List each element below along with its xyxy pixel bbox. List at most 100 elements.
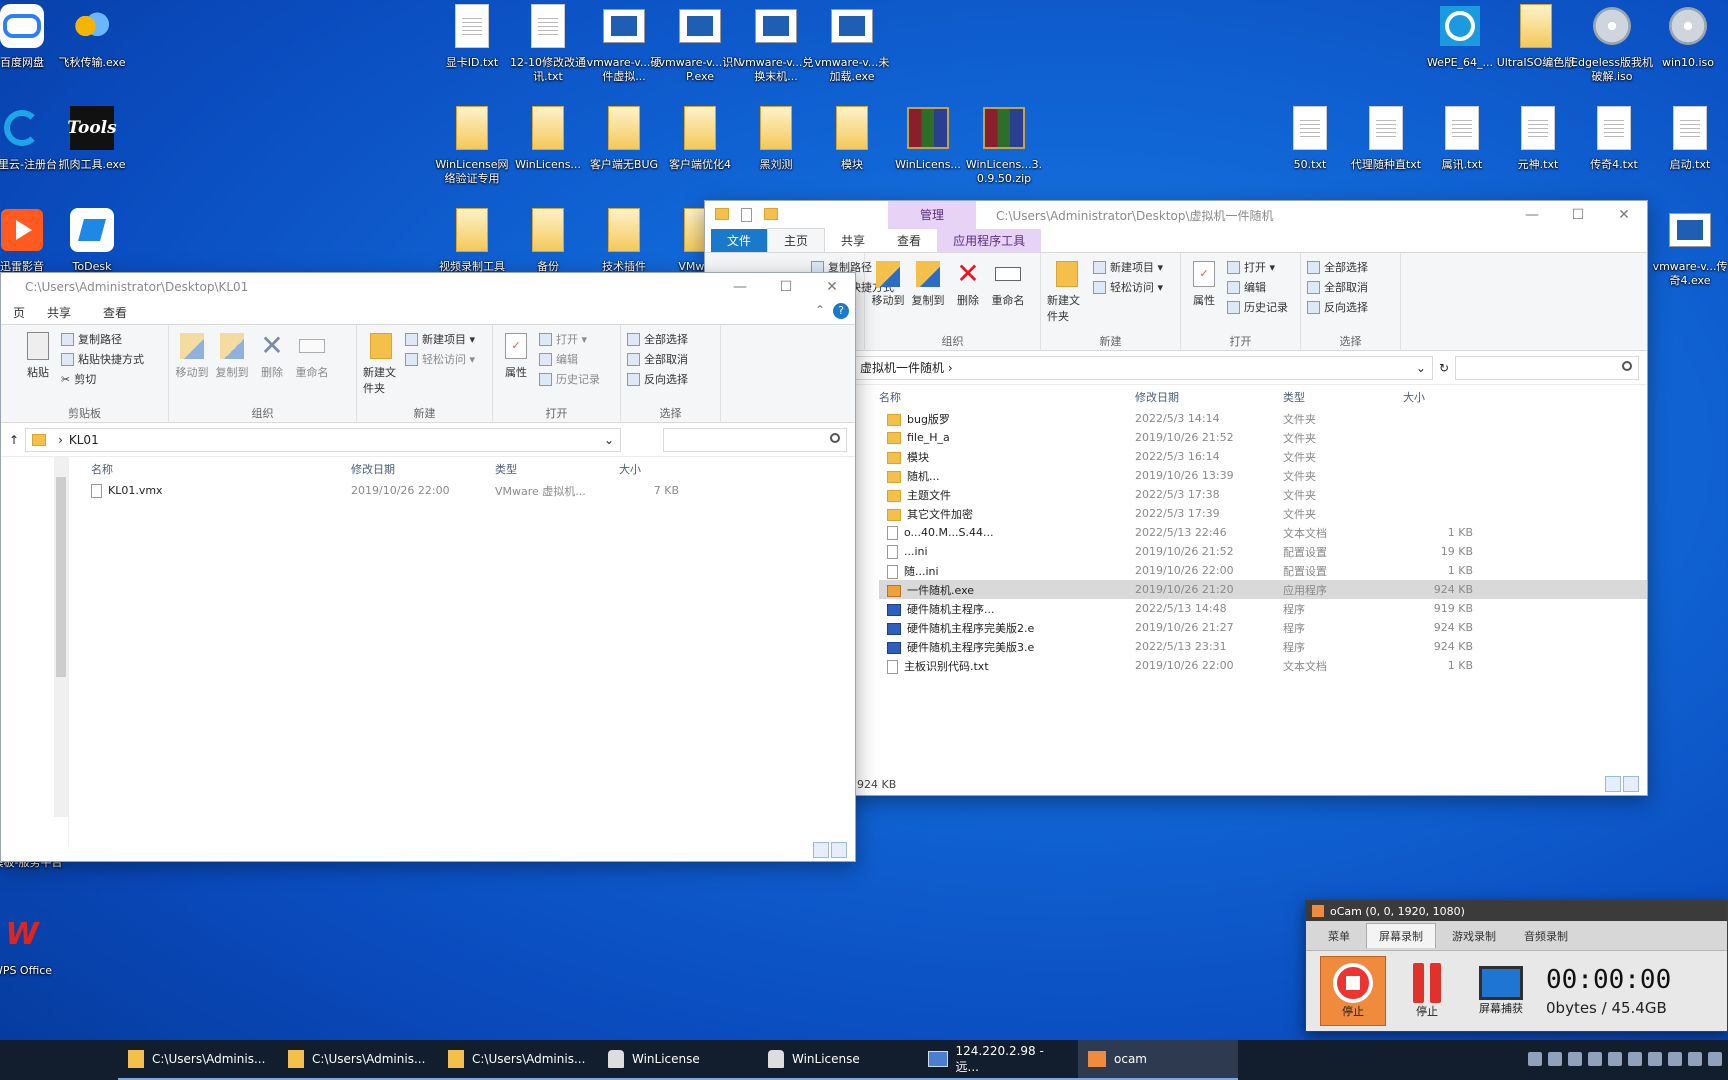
rename-button[interactable]: 重命名 xyxy=(991,259,1025,333)
desktop-icon[interactable]: vmware-v...兑换末机... xyxy=(734,0,818,96)
close-button[interactable]: ✕ xyxy=(809,273,855,301)
column-type[interactable]: 类型 xyxy=(495,461,619,477)
table-row[interactable]: 硬件随机主程序... 2022/5/13 14:48 程序 919 KB xyxy=(879,599,1647,618)
taskbar-item[interactable]: WinLicense xyxy=(758,1040,918,1080)
stop-record-button[interactable]: 停止 xyxy=(1320,956,1386,1026)
desktop-icon[interactable]: 属讯.txt xyxy=(1420,102,1504,198)
desktop-icon[interactable]: 客户端无BUG xyxy=(582,102,666,198)
ocam-tab-screen-record[interactable]: 屏幕录制 xyxy=(1366,923,1436,948)
column-type[interactable]: 类型 xyxy=(1283,389,1403,405)
ocam-title-bar[interactable]: oCam (0, 0, 1920, 1080) xyxy=(1306,901,1727,921)
table-row[interactable]: 主题文件 2022/5/3 17:38 文件夹 xyxy=(879,485,1647,504)
cut-button[interactable]: ✂ 剪切 xyxy=(61,371,144,387)
desktop-icon[interactable]: 黑刘测 xyxy=(734,102,818,198)
address-bar[interactable]: 虚拟机一件随机 › ⌄ xyxy=(853,355,1433,380)
tray-display-icon[interactable] xyxy=(1688,1052,1702,1066)
search-input[interactable] xyxy=(1455,355,1639,380)
edit-button[interactable]: 编辑 xyxy=(1227,279,1288,295)
title-bar[interactable]: 管理 C:\Users\Administrator\Desktop\虚拟机一件随… xyxy=(705,201,1647,229)
tray-pen-icon[interactable] xyxy=(1648,1052,1662,1066)
taskbar-item[interactable]: WinLicense xyxy=(598,1040,758,1080)
large-icons-view-icon[interactable] xyxy=(1623,776,1639,792)
column-name[interactable]: 名称 xyxy=(91,461,351,477)
details-view-icon[interactable] xyxy=(1605,776,1621,792)
taskbar-item[interactable]: C:\Users\Adminis... xyxy=(278,1040,438,1080)
desktop-icon[interactable]: 12-10修改改通讯.txt xyxy=(506,0,590,96)
screen-capture-button[interactable]: 屏幕捕获 xyxy=(1468,956,1534,1026)
desktop-icon[interactable]: UltraISO编色版 xyxy=(1494,0,1578,96)
tray-app-icon[interactable] xyxy=(1588,1052,1602,1066)
new-item-button[interactable]: 新建项目 ▾ xyxy=(405,331,475,347)
ocam-tab-audio-record[interactable]: 音频录制 xyxy=(1512,924,1580,948)
tab-file[interactable]: 文件 xyxy=(711,229,768,252)
ocam-tab-menu[interactable]: 菜单 xyxy=(1316,924,1362,948)
taskbar-item[interactable]: ocam xyxy=(1078,1040,1238,1080)
taskbar-item[interactable]: C:\Users\Adminis... xyxy=(118,1040,278,1080)
desktop-icon[interactable]: Tools 抓肉工具.exe xyxy=(50,102,134,198)
desktop-icon[interactable]: 显卡ID.txt xyxy=(430,0,514,96)
minimize-button[interactable]: — xyxy=(717,273,763,301)
title-bar[interactable]: C:\Users\Administrator\Desktop\KL01 — ☐ … xyxy=(1,273,855,301)
history-button[interactable]: 历史记录 xyxy=(539,371,600,387)
tray-network-icon[interactable] xyxy=(1568,1052,1582,1066)
address-bar[interactable]: › KL01 ⌄ xyxy=(25,427,621,452)
desktop-icon[interactable]: WinLicense网络验证专用 xyxy=(430,102,514,198)
properties-button[interactable]: ✓ 属性 xyxy=(1187,259,1221,333)
tray-volume-icon[interactable] xyxy=(1708,1052,1722,1066)
copy-path-button[interactable]: 复制路径 xyxy=(61,331,144,347)
easy-access-button[interactable]: 轻松访问 ▾ xyxy=(1093,279,1163,295)
manage-tab-header[interactable]: 管理 xyxy=(888,201,977,229)
explorer-window-kl01[interactable]: C:\Users\Administrator\Desktop\KL01 — ☐ … xyxy=(0,272,856,862)
select-all-button[interactable]: 全部选择 xyxy=(627,331,688,347)
scrollbar-thumb[interactable] xyxy=(56,477,66,677)
tab-home[interactable]: 主页 xyxy=(767,228,826,252)
new-folder-button[interactable]: 新建文件夹 xyxy=(363,331,399,405)
minimize-button[interactable]: — xyxy=(1509,201,1555,229)
table-row[interactable]: 硬件随机主程序完美版3.e 2022/5/13 23:31 程序 924 KB xyxy=(879,637,1647,656)
ribbon-collapse-icon[interactable]: ⌃ xyxy=(815,303,825,317)
desktop-icon[interactable]: 客户端优化4 xyxy=(658,102,742,198)
desktop-icon[interactable]: win10.iso xyxy=(1646,0,1728,96)
table-row[interactable]: 随机... 2019/10/26 13:39 文件夹 xyxy=(879,466,1647,485)
copy-to-button[interactable]: 复制到 xyxy=(215,331,249,405)
properties-button[interactable]: ✓ 属性 xyxy=(499,331,533,405)
chevron-down-icon[interactable]: ⌄ xyxy=(1416,361,1426,375)
maximize-button[interactable]: ☐ xyxy=(1555,201,1601,229)
taskbar-item[interactable]: C:\Users\Adminis... xyxy=(438,1040,598,1080)
column-size[interactable]: 大小 xyxy=(1403,389,1473,405)
help-icon[interactable]: ? xyxy=(833,303,849,319)
move-to-button[interactable]: 移动到 xyxy=(871,259,905,333)
ocam-window[interactable]: oCam (0, 0, 1920, 1080) 菜单 屏幕录制 游戏录制 音频录… xyxy=(1305,900,1728,1032)
open-button[interactable]: 打开 ▾ xyxy=(1227,259,1288,275)
table-row[interactable]: 模块 2022/5/3 16:14 文件夹 xyxy=(879,447,1647,466)
rename-button[interactable]: 重命名 xyxy=(295,331,329,405)
delete-button[interactable]: ✕ 删除 xyxy=(951,259,985,333)
desktop-icon[interactable]: WinLicens... xyxy=(886,102,970,198)
desktop-icon[interactable]: W WPS Office xyxy=(0,908,64,1004)
easy-access-button[interactable]: 轻松访问 ▾ xyxy=(405,351,475,367)
table-row[interactable]: file_H_a 2019/10/26 21:52 文件夹 xyxy=(879,428,1647,447)
desktop-icon[interactable]: vmware-v...识NP.exe xyxy=(658,0,742,96)
table-row[interactable]: 随...ini 2019/10/26 22:00 配置设置 1 KB xyxy=(879,561,1647,580)
select-none-button[interactable]: 全部取消 xyxy=(1307,279,1368,295)
tray-window-icon[interactable] xyxy=(1528,1052,1542,1066)
delete-button[interactable]: ✕ 删除 xyxy=(255,331,289,405)
tray-keyboard-icon[interactable] xyxy=(1548,1052,1562,1066)
maximize-button[interactable]: ☐ xyxy=(763,273,809,301)
column-size[interactable]: 大小 xyxy=(619,461,679,477)
tray-folder-icon[interactable] xyxy=(1628,1052,1642,1066)
paste-shortcut-button[interactable]: 粘贴快捷方式 xyxy=(61,351,144,367)
tab-view[interactable]: 查看 xyxy=(881,229,937,252)
nav-scrollbar[interactable] xyxy=(54,457,68,817)
large-icons-view-icon[interactable] xyxy=(831,842,847,858)
search-input[interactable] xyxy=(663,427,847,452)
column-date[interactable]: 修改日期 xyxy=(1135,389,1283,405)
table-row[interactable]: o...40.M...S.44... 2022/5/13 22:46 文本文档 1 K… xyxy=(879,523,1647,542)
tab-home[interactable]: 页 xyxy=(7,301,31,324)
table-row[interactable]: 一件随机.exe 2019/10/26 21:20 应用程序 924 KB xyxy=(879,580,1647,599)
up-arrow-icon[interactable]: ↑ xyxy=(9,433,19,447)
new-folder-button[interactable]: 新建文件夹 xyxy=(1047,259,1087,333)
desktop-icon[interactable]: vmware-v...传奇4.exe xyxy=(1648,204,1728,300)
ocam-tab-game-record[interactable]: 游戏录制 xyxy=(1440,924,1508,948)
close-button[interactable]: ✕ xyxy=(1601,201,1647,229)
